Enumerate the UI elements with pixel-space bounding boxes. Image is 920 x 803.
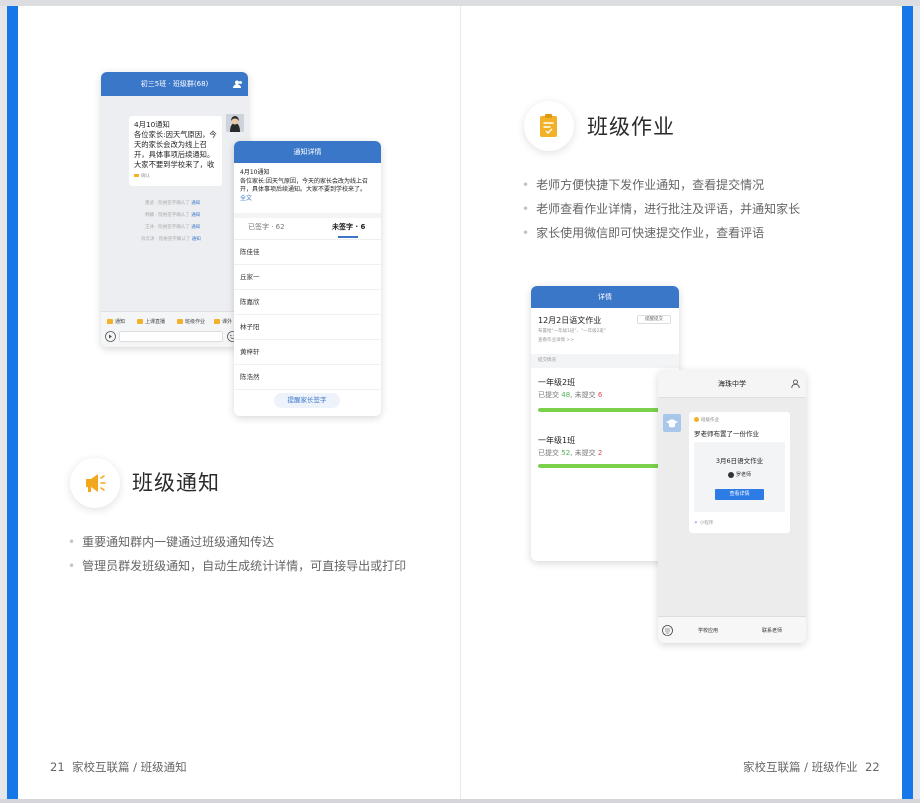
homework-feature-title: 班级作业 [587,115,675,139]
homework-message-card[interactable]: 班级作业 罗老师布置了一份作业 3月6日语文作业 罗老师 查看详情 ⚭ 小程序 [689,412,790,533]
notice-feature-title: 班级通知 [132,471,220,495]
profile-icon[interactable] [791,379,800,388]
detail-body: 4月10通知 各位家长:因天气原因，今天的家长会改为线上召开，具体事项后续通知。… [240,169,377,203]
toolbar-extra[interactable]: 课外 [214,318,232,325]
class-name: 一年级2班 [538,378,576,387]
unsigned-name-row[interactable]: 陈浩然 [234,365,381,390]
detail-date: 4月10通知 [240,169,270,176]
homework-bullet-1: 老师方便快捷下发作业通知，查看提交情况 [522,176,764,193]
megaphone-icon [70,458,120,508]
view-detail-button[interactable]: 查看详情 [715,489,764,500]
system-line-2: 韩橘 · 阮裕签字确认了 通知 [145,213,201,218]
book-spread: 初三5班 · 班级群(68) 4月10通知 各位家长:因天气原因，今天的家长会改… [0,0,920,803]
card-preview: 3月6日语文作业 罗老师 查看详情 [694,442,785,512]
tab-signed[interactable]: 已签字 · 62 [248,222,285,232]
system-line-4: 肖云涛 · 阮裕签字确认了 通知 [141,237,201,242]
left-footer: 21 家校互联篇 / 班级通知 [50,759,187,775]
right-section-label: 家校互联篇 / 班级作业 [743,760,858,774]
bottom-edge [0,799,920,803]
left-accent-bar [7,6,18,799]
hw-title: 12月2日语文作业 [538,316,602,325]
left-page: 初三5班 · 班级群(68) 4月10通知 各位家长:因天气原因，今天的家长会改… [18,6,460,799]
card-tag: 班级作业 [694,417,719,423]
preview-teacher: 罗老师 [694,471,785,478]
unsigned-name-row[interactable]: 林子阳 [234,315,381,340]
class-progress-bar [538,464,674,468]
toolbar-live[interactable]: 上课直播 [137,318,165,325]
toolbar-notice[interactable]: 通知 [107,318,125,325]
keyboard-icon[interactable] [662,625,673,636]
expand-link[interactable]: 全文 [240,195,377,204]
toolbar-homework[interactable]: 班级作业 [177,318,205,325]
left-section-label: 家校互联篇 / 班级通知 [71,760,187,774]
card-title: 罗老师布置了一份作业 [694,430,759,438]
unsigned-name-row[interactable]: 黄梓轩 [234,340,381,365]
tab-unsigned[interactable]: 未签字 · 6 [332,222,365,232]
hw-detail-header: 详情 [531,286,679,308]
tab-indicator [338,236,358,238]
notice-detail-phone: 通知详情 4月10通知 各位家长:因天气原因，今天的家长会改为线上召开，具体事项… [234,141,381,416]
chat-input[interactable] [119,331,223,342]
left-page-number: 21 [50,760,65,774]
notice-bullet-1: 重要通知群内一键通过班级通知传达 [68,533,274,550]
menu-school-apps[interactable]: 学校应用 [698,627,718,634]
teacher-avatar [226,114,244,132]
right-page: 班级作业 老师方便快捷下发作业通知，查看提交情况 老师查看作业详情，进行批注及评… [461,6,902,799]
mini-program-icon: ⚭ [694,521,698,526]
wechat-title: 海珠中学 [718,380,746,388]
system-line-3: 王沐 · 阮裕签字确认了 通知 [145,225,201,230]
wechat-menu-bar: 学校应用 联系老师 [658,616,806,643]
right-footer: 家校互联篇 / 班级作业 22 [743,759,880,775]
homework-detail-phone: 详情 12月2日语文作业 提醒提交 布置给"一年级1班"、"一年级2班" 查看作… [531,286,679,561]
chat-phone-mockup: 初三5班 · 班级群(68) 4月10通知 各位家长:因天气原因，今天的家长会改… [101,72,248,347]
mini-program-label: ⚭ 小程序 [694,521,714,526]
group-members-icon[interactable] [233,80,243,88]
notice-text: 各位家长:因天气原因，今天的家长会改为线上召开，具体事项后续通知。大家不要到学校… [134,130,217,169]
notice-bullet-2: 管理员群发班级通知，自动生成统计详情，可直接导出或打印 [68,557,406,574]
teacher-avatar-icon [727,471,734,478]
unsigned-name-row[interactable]: 丘家一 [234,265,381,290]
class-progress-bar [538,408,674,412]
hw-detail-title: 详情 [598,293,612,301]
notice-bubble[interactable]: 4月10通知 各位家长:因天气原因，今天的家长会改为线上召开，具体事项后续通知。… [129,116,222,186]
homework-bullet-2: 老师查看作业详情，进行批注及评语，并通知家长 [522,200,800,217]
hw-subtitle: 布置给"一年级1班"、"一年级2班" [538,329,607,334]
wechat-header: 海珠中学 [658,370,806,398]
notice-date: 4月10通知 [134,120,170,129]
class-stat: 已提交 52, 未提交 2 [538,449,603,457]
school-avatar-icon [663,414,681,432]
homework-icon [524,101,574,151]
menu-contact-teacher[interactable]: 联系老师 [762,627,782,634]
unsigned-name-row[interactable]: 陈佳佳 [234,240,381,265]
right-accent-bar [902,6,913,799]
confirm-tag: 确认 [134,172,217,182]
remind-submit-button[interactable]: 提醒提交 [637,315,671,324]
hw-more-link[interactable]: 查看作业详情 >> [538,337,574,343]
class-stat: 已提交 48, 未提交 6 [538,391,603,399]
detail-text: 各位家长:因天气原因，今天的家长会改为线上召开，具体事项后续通知。大家不要到学校… [240,177,369,194]
class-name: 一年级1班 [538,436,576,445]
chat-title: 初三5班 · 班级群(68) [140,80,209,88]
remind-sign-button[interactable]: 提醒家长签字 [274,393,340,408]
unsigned-name-row[interactable]: 陈嘉欣 [234,290,381,315]
hw-section-label: 提交情况 [531,354,679,368]
voice-icon[interactable] [105,331,116,342]
detail-title: 通知详情 [293,148,322,156]
chat-toolbar: 通知 上课直播 班级作业 课外 [101,311,248,347]
chat-header: 初三5班 · 班级群(68) [101,72,248,96]
divider [234,213,381,218]
system-line-1: 墨迹 · 阮裕签字确认了 通知 [145,201,201,206]
preview-title: 3月6日语文作业 [715,457,764,465]
detail-header: 通知详情 [234,141,381,163]
right-page-number: 22 [865,760,880,774]
wechat-phone: 海珠中学 班级作业 罗老师布置了一份作业 3月6日语文作业 罗老师 查看详情 ⚭… [658,370,806,643]
homework-bullet-3: 家长使用微信即可快速提交作业，查看评语 [522,224,764,241]
